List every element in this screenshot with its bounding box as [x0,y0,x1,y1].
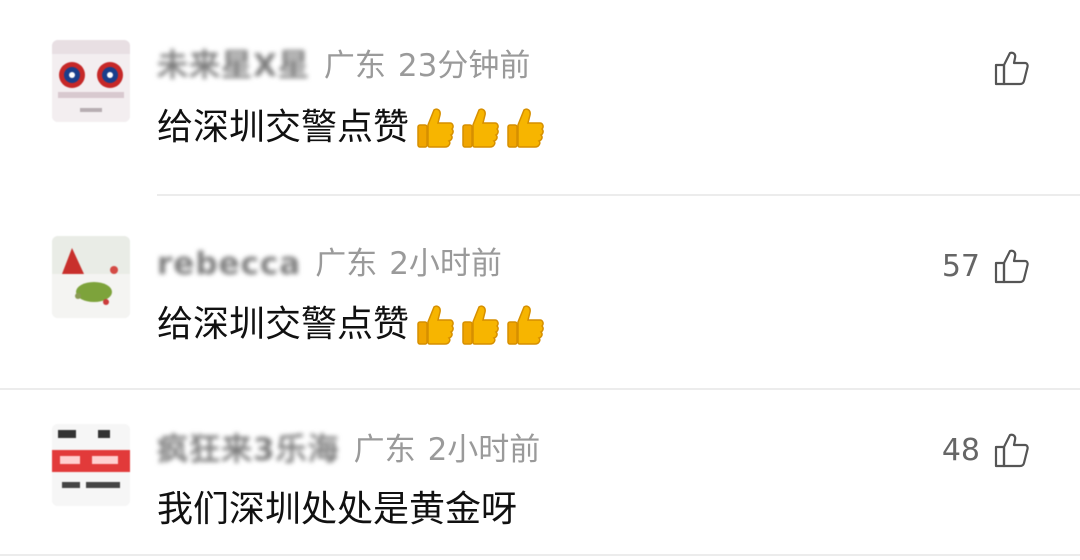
region-label: 广东 [315,246,378,282]
thumbs-up-outline-icon [994,249,1029,284]
comment-item: 未来星X星 广东 23分钟前 给深圳交警点赞 [0,0,1080,196]
avatar[interactable] [52,236,130,318]
comment-list: 未来星X星 广东 23分钟前 给深圳交警点赞 rebecca 广东 2小时前 给… [0,0,1080,560]
username[interactable]: rebecca [157,244,301,284]
thumbs-up-emoji [417,305,454,345]
timestamp: 23分钟前 [397,48,531,84]
thumbs-up-outline-icon [994,433,1029,468]
username[interactable]: 疯狂来3乐海 [157,430,340,470]
like-count: 48 [941,432,980,468]
thumbs-up-emoji [507,108,544,148]
thumbs-up-outline-icon [994,51,1029,86]
thumbs-up-emoji [462,108,499,148]
comment-text: 给深圳交警点赞 [157,304,410,345]
region-label: 广东 [353,432,416,468]
username[interactable]: 未来星X星 [157,46,310,86]
like-button[interactable]: 57 [942,248,1030,284]
thumbs-up-emoji [417,108,454,148]
comment-text: 给深圳交警点赞 [157,107,410,148]
comment-item: rebecca 广东 2小时前 给深圳交警点赞 57 [0,196,1080,390]
avatar[interactable] [52,424,130,506]
like-button[interactable]: 48 [942,432,1030,468]
timestamp: 2小时前 [389,246,502,282]
thumbs-up-emoji [462,305,499,345]
divider [0,554,1080,556]
comment-text: 我们深圳处处是黄金呀 [157,489,518,530]
region-label: 广东 [323,48,386,84]
comment-item: 疯狂来3乐海 广东 2小时前 我们深圳处处是黄金呀 48 [0,390,1080,560]
like-count: 57 [941,248,980,284]
thumbs-up-emoji [507,305,544,345]
avatar[interactable] [52,40,130,122]
like-button[interactable] [980,50,1030,86]
timestamp: 2小时前 [427,432,541,468]
